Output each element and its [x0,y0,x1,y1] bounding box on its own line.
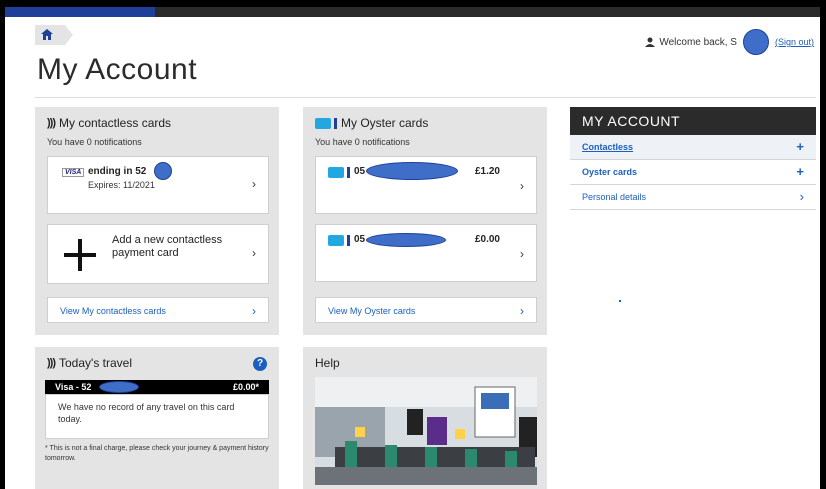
help-panel: Help [303,347,547,489]
oyster-card-item[interactable]: 05 £1.20 › [315,156,537,214]
redaction-mark [154,162,172,180]
station-gates-illustration [315,377,537,485]
nav-item-personal-details[interactable]: Personal details › [570,185,816,210]
redaction-mark [99,381,139,393]
decorative-dot [619,300,621,302]
sign-out-link[interactable]: (Sign out) [775,37,814,47]
account-nav-heading: MY ACCOUNT [570,107,816,135]
chevron-right-icon: › [799,189,804,204]
home-icon [41,29,53,40]
view-contactless-link[interactable]: View My contactless cards › [47,297,269,323]
chevron-right-icon: › [520,247,524,261]
visa-icon: VISA [62,168,85,177]
contactless-icon: ))) [47,117,56,129]
add-contactless-card[interactable]: Add a new contactless payment card › [47,224,269,284]
travel-message-box: We have no record of any travel on this … [45,394,269,439]
view-oyster-link[interactable]: View My Oyster cards › [315,297,537,323]
help-icon[interactable]: ? [253,357,267,371]
add-card-label: Add a new contactless payment card [112,234,223,259]
contactless-card-item[interactable]: VISA ending in 52 Expires: 11/2021 › [47,156,269,214]
oyster-card-icon [328,235,350,246]
account-nav: MY ACCOUNT Contactless + Oyster cards + … [570,107,816,210]
plus-icon [64,239,96,271]
travel-footnote: * This is not a final charge, please che… [45,445,269,462]
nav-item-oyster-cards[interactable]: Oyster cards + [570,160,816,185]
plus-icon: + [796,139,804,154]
welcome-area: Welcome back, S (Sign out) [645,29,814,55]
travel-card-bar: Visa - 52 £0.00* [45,380,269,394]
redaction-mark [366,162,458,180]
oyster-card-balance: £1.20 [474,166,500,177]
welcome-text: Welcome back, S [659,36,737,48]
oyster-card-item[interactable]: 05 £0.00 › [315,224,537,282]
chevron-right-icon: › [252,246,256,260]
top-bar [5,7,820,17]
contactless-panel-title: ))) My contactless cards [47,116,172,130]
oyster-card-balance: £0.00 [474,234,500,245]
chevron-right-icon: › [252,177,256,191]
travel-card-label: Visa - 52 [55,382,92,392]
todays-travel-title: ))) Today's travel [47,356,132,370]
help-panel-title: Help [315,356,340,370]
todays-travel-panel: ))) Today's travel ? Visa - 52 £0.00* We… [35,347,279,489]
title-divider [35,97,816,98]
top-bar-accent [5,7,155,17]
contactless-notifications: You have 0 notifications [47,137,142,147]
card-expires: Expires: 11/2021 [88,180,155,190]
page-title: My Account [37,53,198,86]
redaction-mark [366,233,446,247]
travel-message: We have no record of any travel on this … [58,402,235,424]
oyster-panel: My Oyster cards You have 0 notifications… [303,107,547,335]
card-ending: ending in 52 [88,166,147,177]
page-frame: Welcome back, S (Sign out) My Account ))… [5,7,820,489]
oyster-card-number: 05 [354,166,366,177]
travel-amount: £0.00* [232,382,259,392]
oyster-panel-title: My Oyster cards [315,116,428,130]
oyster-card-icon [328,167,350,178]
redaction-mark [742,29,769,55]
oyster-card-number: 05 [354,234,366,245]
oyster-card-icon [315,117,337,129]
contactless-icon: ))) [47,357,56,369]
home-breadcrumb[interactable] [35,25,73,45]
oyster-notifications: You have 0 notifications [315,137,410,147]
chevron-right-icon: › [252,304,256,318]
plus-icon: + [796,164,804,179]
contactless-panel: ))) My contactless cards You have 0 noti… [35,107,279,335]
help-image[interactable] [315,377,537,485]
chevron-right-icon: › [520,304,524,318]
user-icon [645,37,656,47]
chevron-right-icon: › [520,179,524,193]
nav-item-contactless[interactable]: Contactless + [570,135,816,160]
